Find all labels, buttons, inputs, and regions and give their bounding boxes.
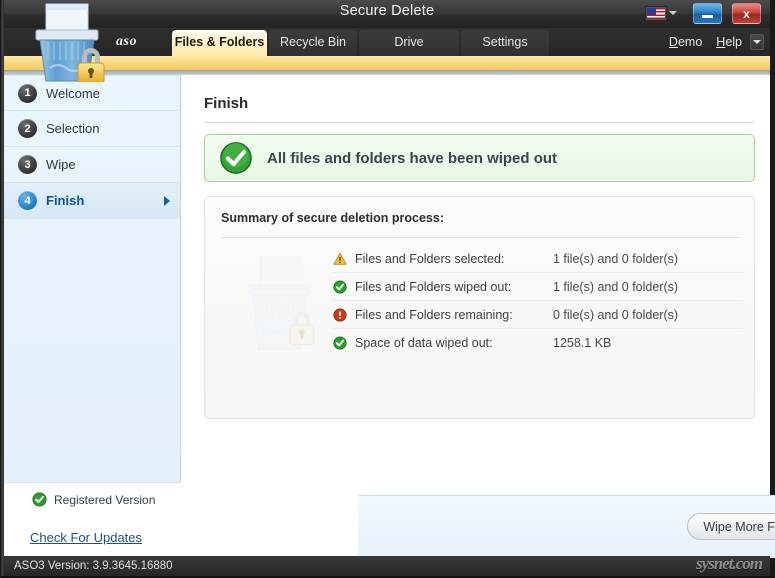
language-selector[interactable] — [646, 4, 678, 22]
chevron-down-icon — [669, 11, 677, 15]
summary-row-label: Files and Folders remaining: — [355, 308, 553, 322]
sidebar-item-selection[interactable]: 2 Selection — [4, 111, 180, 147]
brand-logo-text: aso — [116, 34, 137, 50]
chevron-down-icon — [753, 40, 761, 44]
sidebar-item-wipe[interactable]: 3 Wipe — [4, 147, 180, 183]
secure-delete-app-icon — [12, 2, 116, 82]
success-check-icon — [333, 280, 347, 294]
success-check-icon — [32, 492, 47, 507]
summary-divider — [221, 237, 740, 238]
version-text: ASO3 Version: 3.9.3645.16880 — [14, 560, 173, 572]
help-link[interactable]: Help — [716, 35, 742, 49]
summary-row-value: 1258.1 KB — [553, 336, 611, 350]
sidebar-item-label: Wipe — [46, 157, 76, 172]
chevron-right-icon — [164, 196, 170, 206]
summary-row-label: Files and Folders selected: — [355, 252, 553, 266]
us-flag-icon — [646, 7, 666, 20]
help-accel: H — [716, 35, 725, 49]
summary-row: Files and Folders remaining: 0 file(s) a… — [333, 301, 743, 329]
sidebar-item-label: Welcome — [46, 86, 100, 101]
step-number: 4 — [18, 191, 37, 210]
menu-links: Demo Help — [669, 34, 764, 50]
summary-row-value: 1 file(s) and 0 folder(s) — [553, 280, 678, 294]
help-rest: elp — [725, 35, 742, 49]
sidebar-item-label: Selection — [46, 121, 99, 136]
accent-band — [4, 56, 770, 70]
registered-label: Registered Version — [54, 493, 155, 507]
warning-icon — [333, 252, 347, 266]
page-title: Finish — [204, 95, 248, 112]
close-icon: x — [743, 7, 750, 21]
sidebar-item-finish[interactable]: 4 Finish — [4, 183, 180, 219]
tab-drive[interactable]: Drive — [359, 30, 459, 56]
summary-title: Summary of secure deletion process: — [221, 211, 444, 225]
step-number: 2 — [18, 119, 37, 138]
demo-accel: D — [669, 35, 678, 49]
window-body: 1 Welcome 2 Selection 3 Wipe 4 Finish — [4, 75, 770, 558]
summary-panel: Summary of secure deletion process: — [204, 196, 755, 419]
success-message: All files and folders have been wiped ou… — [267, 150, 557, 167]
help-dropdown-button[interactable] — [750, 34, 764, 50]
summary-row-label: Files and Folders wiped out: — [355, 280, 553, 294]
success-banner: All files and folders have been wiped ou… — [204, 134, 755, 182]
watermark-text: sysnet.com — [696, 554, 762, 574]
status-bar: ASO3 Version: 3.9.3645.16880 sysnet.com — [4, 556, 770, 576]
close-button[interactable]: x — [732, 3, 761, 24]
summary-row-value: 1 file(s) and 0 folder(s) — [553, 252, 678, 266]
main-content: Finish All files and folders have been w… — [181, 75, 770, 558]
sidebar: 1 Welcome 2 Selection 3 Wipe 4 Finish — [4, 75, 181, 558]
tab-files-and-folders[interactable]: Files & Folders — [172, 30, 267, 56]
tab-settings[interactable]: Settings — [461, 30, 549, 56]
registered-status: Registered Version — [4, 482, 181, 516]
footer-bar: Wipe More Files Finish — [358, 495, 775, 558]
step-number: 1 — [18, 84, 37, 103]
title-bar: Secure Delete x — [4, 0, 770, 28]
tab-recycle-bin[interactable]: Recycle Bin — [269, 30, 357, 56]
check-updates-link[interactable]: Check For Updates — [30, 530, 142, 545]
summary-row-label: Space of data wiped out: — [355, 336, 553, 350]
title-divider — [204, 122, 754, 123]
success-check-icon — [333, 336, 347, 350]
summary-row: Files and Folders selected: 1 file(s) an… — [333, 245, 743, 273]
check-updates-row: Check For Updates — [4, 516, 181, 558]
step-number: 3 — [18, 155, 37, 174]
minimize-button[interactable] — [693, 3, 722, 24]
demo-link[interactable]: Demo — [669, 35, 702, 49]
summary-row: Files and Folders wiped out: 1 file(s) a… — [333, 273, 743, 301]
sidebar-item-label: Finish — [46, 193, 84, 208]
error-icon — [333, 308, 347, 322]
secure-delete-watermark-icon — [229, 249, 325, 359]
summary-row-value: 0 file(s) and 0 folder(s) — [553, 308, 678, 322]
wipe-more-files-button[interactable]: Wipe More Files — [687, 513, 775, 540]
application-window: Secure Delete x aso Files & Folders Recy… — [0, 0, 775, 578]
summary-rows: Files and Folders selected: 1 file(s) an… — [333, 245, 743, 357]
success-check-icon — [219, 141, 253, 175]
demo-rest: emo — [678, 35, 702, 49]
summary-row: Space of data wiped out: 1258.1 KB — [333, 329, 743, 357]
minimize-icon — [702, 15, 713, 18]
sidebar-footer: Registered Version Check For Updates — [4, 482, 181, 558]
tab-bar: aso Files & Folders Recycle Bin Drive Se… — [4, 28, 770, 56]
